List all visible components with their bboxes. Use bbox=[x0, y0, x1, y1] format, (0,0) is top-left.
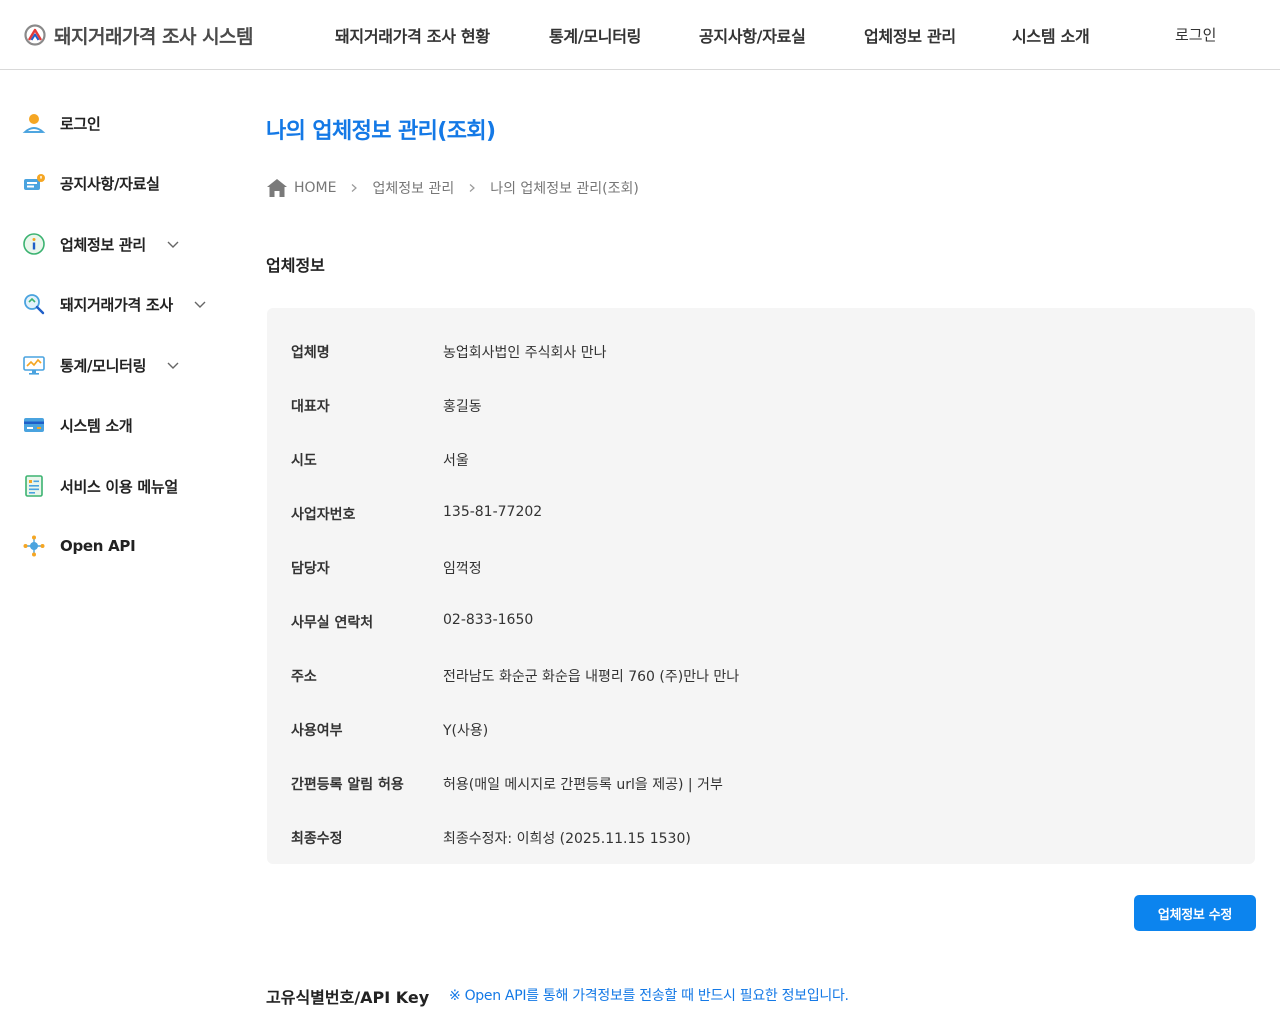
sidebar-item-label: 서비스 이용 메뉴얼 bbox=[60, 477, 178, 496]
user-icon bbox=[22, 114, 46, 133]
info-row: 최종수정 최종수정자: 이희성 (2025.11.15 1530) bbox=[267, 803, 1255, 857]
sidebar-item-notice[interactable]: 공지사항/자료실 bbox=[22, 168, 160, 198]
nav-price-survey-status[interactable]: 돼지거래가격 조사 현황 bbox=[335, 23, 490, 47]
sidebar-item-open-api[interactable]: Open API bbox=[22, 531, 136, 561]
top-header: 돼지거래가격 조사 시스템 돼지거래가격 조사 현황 통계/모니터링 공지사항/… bbox=[0, 0, 1280, 70]
sidebar-item-label: 돼지거래가격 조사 bbox=[60, 295, 173, 314]
chevron-down-icon[interactable] bbox=[166, 237, 180, 251]
info-value: 02-833-1650 bbox=[443, 612, 534, 628]
sidebar-item-label: 로그인 bbox=[60, 114, 101, 133]
sidebar-item-login[interactable]: 로그인 bbox=[22, 108, 101, 138]
info-label: 사무실 연락처 bbox=[291, 615, 374, 631]
sidebar-item-price-survey[interactable]: 돼지거래가격 조사 bbox=[22, 289, 207, 319]
api-key-notice: ※ Open API를 통해 가격정보를 전송할 때 반드시 필요한 정보입니다… bbox=[449, 988, 849, 1004]
info-label: 대표자 bbox=[291, 399, 330, 415]
chevron-down-icon[interactable] bbox=[193, 297, 207, 311]
nav-statistics-monitoring[interactable]: 통계/모니터링 bbox=[549, 23, 641, 47]
info-row: 사무실 연락처 02-833-1650 bbox=[267, 587, 1255, 641]
info-value: 허용(매일 메시지로 간편등록 url을 제공) | 거부 bbox=[443, 777, 723, 793]
chevron-down-icon[interactable] bbox=[166, 358, 180, 372]
sidebar: 로그인 공지사항/자료실 업체정보 관리 돼지거래가격 조사 통계/모니터링 시… bbox=[0, 70, 240, 1024]
info-value: 농업회사법인 주식회사 만나 bbox=[443, 345, 607, 361]
info-row: 시도 서울 bbox=[267, 425, 1255, 479]
section-title-api-key: 고유식별번호/API Key bbox=[266, 988, 430, 1007]
chevron-right-icon bbox=[469, 184, 476, 192]
network-icon bbox=[23, 535, 45, 557]
info-row: 담당자 임꺽정 bbox=[267, 533, 1255, 587]
info-label: 최종수정 bbox=[291, 831, 343, 847]
company-info-panel: 업체명 농업회사법인 주식회사 만나 대표자 홍길동 시도 서울 사업자번호 1… bbox=[267, 308, 1255, 864]
info-row: 사용여부 Y(사용) bbox=[267, 695, 1255, 749]
manual-icon bbox=[25, 475, 43, 497]
info-value: 전라남도 화순군 화순읍 내평리 760 (주)만나 만나 bbox=[443, 669, 740, 685]
info-value: 135-81-77202 bbox=[443, 504, 543, 520]
info-row: 주소 전라남도 화순군 화순읍 내평리 760 (주)만나 만나 bbox=[267, 641, 1255, 695]
breadcrumb-company-info[interactable]: 업체정보 관리 bbox=[372, 178, 454, 198]
info-row: 대표자 홍길동 bbox=[267, 371, 1255, 425]
info-label: 담당자 bbox=[291, 561, 330, 577]
sidebar-item-company-info[interactable]: 업체정보 관리 bbox=[22, 229, 180, 259]
card-icon bbox=[24, 418, 44, 432]
nav-company-info[interactable]: 업체정보 관리 bbox=[864, 23, 956, 47]
sidebar-item-manual[interactable]: 서비스 이용 메뉴얼 bbox=[22, 471, 178, 501]
info-row: 사업자번호 135-81-77202 bbox=[267, 479, 1255, 533]
sidebar-item-label: 공지사항/자료실 bbox=[60, 174, 160, 193]
notice-icon bbox=[24, 174, 45, 190]
info-label: 시도 bbox=[291, 453, 317, 469]
sidebar-item-label: 업체정보 관리 bbox=[60, 235, 146, 254]
sidebar-item-system-intro[interactable]: 시스템 소개 bbox=[22, 410, 133, 440]
header-login-link[interactable]: 로그인 bbox=[1175, 24, 1216, 45]
info-row: 업체명 농업회사법인 주식회사 만나 bbox=[267, 317, 1255, 371]
chevron-right-icon bbox=[352, 184, 358, 192]
page-title: 나의 업체정보 관리(조회) bbox=[266, 119, 496, 144]
info-icon bbox=[23, 233, 45, 255]
global-nav: 돼지거래가격 조사 현황 통계/모니터링 공지사항/자료실 업체정보 관리 시스… bbox=[0, 0, 1280, 70]
sidebar-item-label: 통계/모니터링 bbox=[60, 356, 147, 375]
info-row: 간편등록 알림 허용 허용(매일 메시지로 간편등록 url을 제공) | 거부 bbox=[267, 749, 1255, 803]
search-icon bbox=[24, 294, 45, 315]
info-value: Y(사용) bbox=[443, 723, 489, 739]
info-value: 홍길동 bbox=[443, 399, 482, 415]
home-icon[interactable] bbox=[266, 178, 288, 198]
breadcrumb: HOME 업체정보 관리 나의 업체정보 관리(조회) bbox=[266, 177, 639, 199]
section-title-company-info: 업체정보 bbox=[266, 256, 325, 275]
info-label: 사업자번호 bbox=[291, 507, 356, 523]
nav-system-intro[interactable]: 시스템 소개 bbox=[1012, 23, 1090, 47]
info-label: 업체명 bbox=[291, 345, 330, 361]
edit-company-info-button[interactable]: 업체정보 수정 bbox=[1134, 895, 1256, 931]
breadcrumb-home[interactable]: HOME bbox=[294, 180, 336, 196]
breadcrumb-current: 나의 업체정보 관리(조회) bbox=[490, 181, 639, 197]
sidebar-item-label: Open API bbox=[60, 537, 136, 555]
info-value: 서울 bbox=[443, 453, 469, 469]
info-value: 최종수정자: 이희성 (2025.11.15 1530) bbox=[443, 831, 691, 847]
monitor-chart-icon bbox=[23, 356, 45, 375]
info-value: 임꺽정 bbox=[443, 561, 482, 577]
info-label: 사용여부 bbox=[291, 723, 343, 739]
nav-notice-archive[interactable]: 공지사항/자료실 bbox=[699, 23, 806, 47]
info-label: 주소 bbox=[291, 669, 317, 685]
sidebar-item-label: 시스템 소개 bbox=[60, 416, 133, 435]
info-label: 간편등록 알림 허용 bbox=[291, 777, 404, 793]
sidebar-item-statistics[interactable]: 통계/모니터링 bbox=[22, 350, 180, 380]
